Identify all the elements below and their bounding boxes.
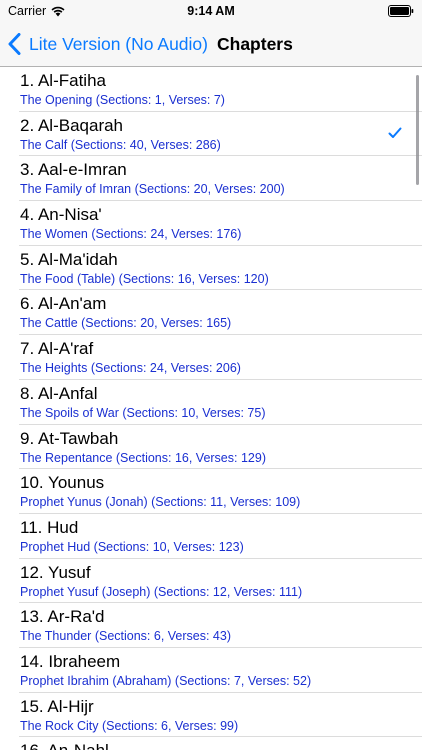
chapter-row[interactable]: 16. An-Nahl — [0, 737, 422, 750]
chapter-name: 10. Younus — [20, 473, 105, 493]
chapter-row[interactable]: 1. Al-Fatiha The Opening (Sections: 1, V… — [0, 67, 422, 112]
chapter-row[interactable]: 15. Al-Hijr The Rock City (Sections: 6, … — [0, 693, 422, 738]
chapter-subtitle: The Spoils of War (Sections: 10, Verses:… — [20, 405, 266, 420]
chapter-name: 11. Hud — [20, 517, 79, 537]
chapter-row[interactable]: 14. Ibraheem Prophet Ibrahim (Abraham) (… — [0, 648, 422, 693]
back-button-label: Lite Version (No Audio) — [29, 33, 208, 54]
chapter-name: 2. Al-Baqarah — [20, 115, 124, 135]
chapter-subtitle: The Family of Imran (Sections: 20, Verse… — [20, 182, 285, 197]
status-bar: Carrier 9:14 AM — [0, 0, 422, 22]
chapter-name: 3. Aal-e-Imran — [20, 160, 127, 180]
chapter-subtitle: The Calf (Sections: 40, Verses: 286) — [20, 137, 221, 152]
chapter-subtitle: The Repentance (Sections: 16, Verses: 12… — [20, 450, 266, 465]
chapter-row[interactable]: 7. Al-A'raf The Heights (Sections: 24, V… — [0, 335, 422, 380]
chapter-name: 16. An-Nahl — [20, 741, 109, 750]
chapter-name: 6. Al-An'am — [20, 294, 107, 314]
chapter-row[interactable]: 10. Younus Prophet Yunus (Jonah) (Sectio… — [0, 469, 422, 514]
chapter-name: 12. Yusuf — [20, 562, 91, 582]
status-time: 9:14 AM — [187, 4, 235, 18]
chapter-subtitle: The Rock City (Sections: 6, Verses: 99) — [20, 718, 239, 733]
scroll-indicator[interactable] — [416, 75, 419, 185]
chapter-list[interactable]: 1. Al-Fatiha The Opening (Sections: 1, V… — [0, 67, 422, 750]
chapter-name: 5. Al-Ma'idah — [20, 249, 118, 269]
chapter-name: 8. Al-Anfal — [20, 383, 98, 403]
back-chevron-icon — [8, 33, 21, 55]
chapter-subtitle: Prophet Yusuf (Joseph) (Sections: 12, Ve… — [20, 584, 303, 599]
chapter-row[interactable]: 6. Al-An'am The Cattle (Sections: 20, Ve… — [0, 290, 422, 335]
screen: Carrier 9:14 AM Lite Version (No Audio) … — [0, 0, 422, 750]
checkmark-icon — [388, 127, 402, 138]
chapter-name: 14. Ibraheem — [20, 651, 121, 671]
battery-icon — [388, 5, 414, 17]
chapter-row[interactable]: 5. Al-Ma'idah The Food (Table) (Sections… — [0, 246, 422, 291]
chapter-name: 15. Al-Hijr — [20, 696, 94, 716]
chapter-name: 13. Ar-Ra'd — [20, 607, 105, 627]
chapter-subtitle: The Thunder (Sections: 6, Verses: 43) — [20, 629, 231, 644]
chapter-subtitle: Prophet Yunus (Jonah) (Sections: 11, Ver… — [20, 495, 301, 510]
chapter-row[interactable]: 8. Al-Anfal The Spoils of War (Sections:… — [0, 380, 422, 425]
chapter-subtitle: Prophet Hud (Sections: 10, Verses: 123) — [20, 539, 244, 554]
chapter-row[interactable]: 3. Aal-e-Imran The Family of Imran (Sect… — [0, 156, 422, 201]
chapter-subtitle: The Women (Sections: 24, Verses: 176) — [20, 227, 242, 242]
chapter-name: 9. At-Tawbah — [20, 428, 119, 448]
navigation-bar: Lite Version (No Audio) Chapters — [0, 22, 422, 67]
chapter-row[interactable]: 4. An-Nisa' The Women (Sections: 24, Ver… — [0, 201, 422, 246]
back-button[interactable]: Lite Version (No Audio) — [8, 22, 208, 66]
page-title: Chapters — [217, 34, 293, 54]
chapter-subtitle: The Food (Table) (Sections: 16, Verses: … — [20, 271, 269, 286]
chapter-subtitle: The Heights (Sections: 24, Verses: 206) — [20, 361, 241, 376]
chapter-name: 4. An-Nisa' — [20, 205, 102, 225]
chapter-row[interactable]: 2. Al-Baqarah The Calf (Sections: 40, Ve… — [0, 112, 422, 157]
chapter-row[interactable]: 9. At-Tawbah The Repentance (Sections: 1… — [0, 425, 422, 470]
chapter-subtitle: The Cattle (Sections: 20, Verses: 165) — [20, 316, 232, 331]
chapter-subtitle: The Opening (Sections: 1, Verses: 7) — [20, 93, 225, 107]
chapter-row[interactable]: 12. Yusuf Prophet Yusuf (Joseph) (Sectio… — [0, 559, 422, 604]
chapter-subtitle: Prophet Ibrahim (Abraham) (Sections: 7, … — [20, 673, 312, 688]
chapter-row[interactable]: 13. Ar-Ra'd The Thunder (Sections: 6, Ve… — [0, 603, 422, 648]
chapter-row[interactable]: 11. Hud Prophet Hud (Sections: 10, Verse… — [0, 514, 422, 559]
chapter-name: 1. Al-Fatiha — [20, 71, 106, 90]
chapter-name: 7. Al-A'raf — [20, 339, 94, 359]
